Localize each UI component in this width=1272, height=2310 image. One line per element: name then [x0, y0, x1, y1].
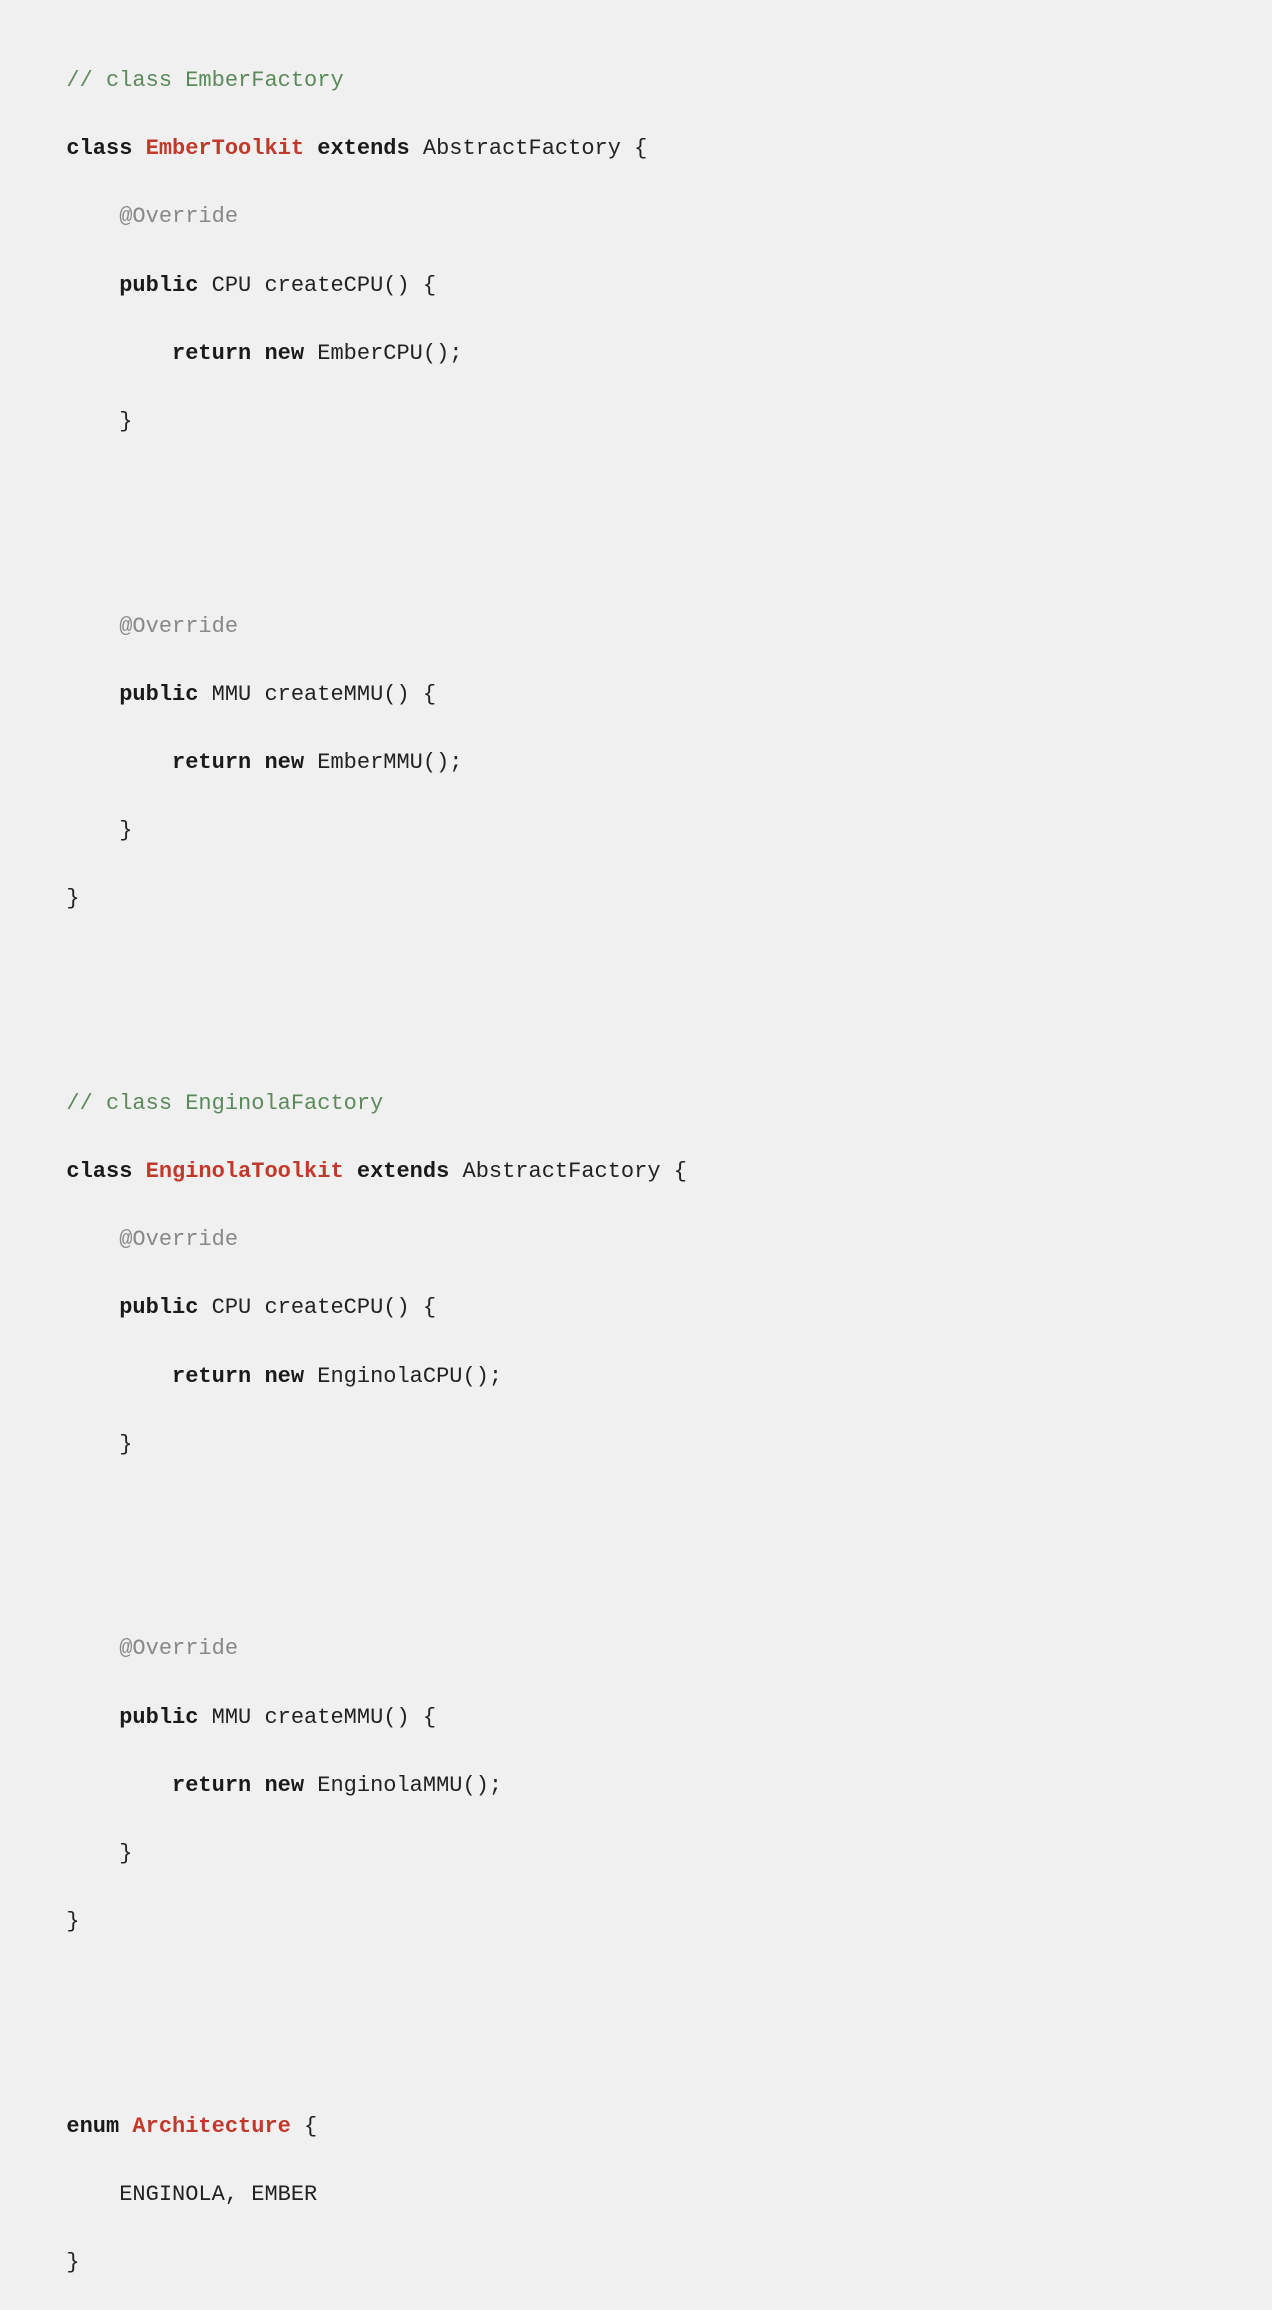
normal-enum-brace: {: [291, 2114, 317, 2139]
keyword-return-3: return: [66, 1364, 251, 1389]
normal-createmmu-2: MMU createMMU() {: [198, 1705, 436, 1730]
classname-embertoolkit: EmberToolkit: [146, 136, 304, 161]
keyword-new-1: new: [251, 341, 304, 366]
keyword-return-1: return: [66, 341, 251, 366]
keyword-extends-2: extends: [344, 1159, 450, 1184]
normal-brace-4: }: [66, 1432, 132, 1457]
classname-architecture: Architecture: [132, 2114, 290, 2139]
keyword-return-4: return: [66, 1773, 251, 1798]
keyword-return-2: return: [66, 750, 251, 775]
keyword-class-1: class: [66, 136, 145, 161]
normal-brace-5: }: [66, 1841, 132, 1866]
normal-brace-3: }: [66, 886, 79, 911]
annotation-override-3: @Override: [66, 1227, 238, 1252]
normal-createcpu-2: CPU createCPU() {: [198, 1295, 436, 1320]
classname-enginolatoolkit: EnginolaToolkit: [146, 1159, 344, 1184]
keyword-public-3: public: [66, 1295, 198, 1320]
keyword-extends-1: extends: [304, 136, 410, 161]
keyword-new-4: new: [251, 1773, 304, 1798]
normal-createmmu-1: MMU createMMU() {: [198, 682, 436, 707]
comment-ember-factory: // class EmberFactory: [66, 68, 343, 93]
normal-abstractfactory-2: AbstractFactory {: [449, 1159, 687, 1184]
keyword-class-2: class: [66, 1159, 145, 1184]
normal-brace-6: }: [66, 1909, 79, 1934]
code-display: // class EmberFactory class EmberToolkit…: [40, 30, 1232, 2280]
keyword-new-2: new: [251, 750, 304, 775]
normal-embermmu: EmberMMU();: [304, 750, 462, 775]
keyword-public-4: public: [66, 1705, 198, 1730]
keyword-public-2: public: [66, 682, 198, 707]
comment-enginola-factory: // class EnginolaFactory: [66, 1091, 383, 1116]
normal-embercpu: EmberCPU();: [304, 341, 462, 366]
normal-createcpu-1: CPU createCPU() {: [198, 273, 436, 298]
normal-brace-7: }: [66, 2250, 79, 2275]
normal-enum-values: ENGINOLA, EMBER: [66, 2182, 317, 2207]
annotation-override-2: @Override: [66, 614, 238, 639]
annotation-override-1: @Override: [66, 204, 238, 229]
keyword-public-1: public: [66, 273, 198, 298]
normal-enginolapu: EnginolaCPU();: [304, 1364, 502, 1389]
normal-brace-2: }: [66, 818, 132, 843]
keyword-new-3: new: [251, 1364, 304, 1389]
normal-enginolamu: EnginolaMMU();: [304, 1773, 502, 1798]
keyword-enum: enum: [66, 2114, 132, 2139]
normal-abstractfactory-1: AbstractFactory {: [410, 136, 648, 161]
normal-brace-1: }: [66, 409, 132, 434]
annotation-override-4: @Override: [66, 1636, 238, 1661]
